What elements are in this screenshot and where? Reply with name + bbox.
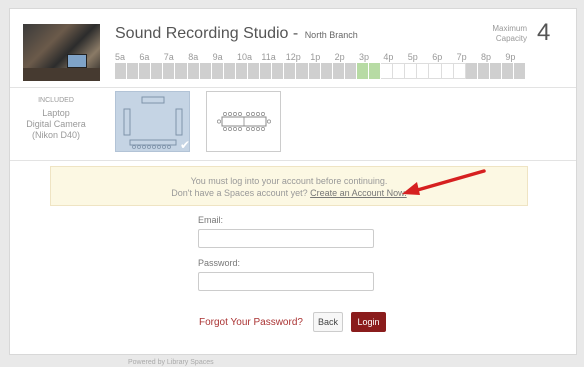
time-label: 2p <box>334 52 345 62</box>
time-slot[interactable] <box>308 63 321 79</box>
time-slot[interactable] <box>248 63 261 79</box>
time-slot[interactable] <box>260 63 273 79</box>
included-label: INCLUDED <box>38 97 74 104</box>
time-slot[interactable] <box>453 63 466 79</box>
time-label: 6a <box>139 52 150 62</box>
capacity-value: 4 <box>537 19 551 46</box>
time-label: 8a <box>188 52 199 62</box>
footer-text[interactable]: Powered by Library Spaces <box>128 359 214 366</box>
create-account-link[interactable]: Create an Account Now. <box>310 188 407 198</box>
checkmark-icon: ✔ <box>179 138 190 152</box>
time-slot[interactable] <box>115 63 128 79</box>
time-label: 11a <box>261 52 276 62</box>
booking-card: Sound Recording Studio - North Branch Ma… <box>9 8 577 355</box>
time-slot[interactable] <box>489 63 502 79</box>
layout-option-u-shape[interactable]: ✔ <box>115 91 190 152</box>
room-title-row: Sound Recording Studio - North Branch <box>115 25 358 43</box>
time-slot[interactable] <box>381 63 394 79</box>
time-slot[interactable] <box>344 63 357 79</box>
time-label: 5a <box>115 52 126 62</box>
time-label: 6p <box>432 52 443 62</box>
form-actions: Forgot Your Password? Back Login <box>199 312 386 332</box>
forgot-password-link[interactable]: Forgot Your Password? <box>199 317 303 328</box>
time-slot[interactable] <box>151 63 164 79</box>
layout-option-boardroom[interactable] <box>206 91 281 152</box>
time-slot[interactable] <box>211 63 224 79</box>
time-label: 3p <box>359 52 370 62</box>
time-slot[interactable] <box>429 63 442 79</box>
login-form: Email: Password: <box>198 215 374 291</box>
divider <box>10 160 576 161</box>
time-slot[interactable] <box>502 63 515 79</box>
time-slot[interactable] <box>223 63 236 79</box>
time-label: 9p <box>505 52 516 62</box>
time-label: 10a <box>237 52 253 62</box>
email-label: Email: <box>198 215 224 225</box>
time-slot[interactable] <box>368 63 382 79</box>
time-slot[interactable] <box>477 63 490 79</box>
time-label: 7a <box>163 52 174 62</box>
back-button[interactable]: Back <box>312 312 343 332</box>
time-label: 9a <box>212 52 223 62</box>
login-button[interactable]: Login <box>350 312 386 332</box>
included-equipment: INCLUDED Laptop Digital Camera (Nikon D4… <box>22 97 90 141</box>
time-slot[interactable] <box>284 63 297 79</box>
time-slot[interactable] <box>175 63 188 79</box>
time-slot[interactable] <box>139 63 152 79</box>
time-slot[interactable] <box>393 63 406 79</box>
time-label: 4p <box>383 52 394 62</box>
password-field[interactable] <box>198 272 374 291</box>
time-slot[interactable] <box>417 63 430 79</box>
time-slot[interactable] <box>163 63 176 79</box>
divider <box>10 87 576 88</box>
password-label: Password: <box>198 258 241 268</box>
time-label: 1p <box>310 52 321 62</box>
time-label: 8p <box>481 52 492 62</box>
time-slot[interactable] <box>405 63 418 79</box>
time-slot[interactable] <box>332 63 345 79</box>
email-field[interactable] <box>198 229 374 248</box>
room-branch: North Branch <box>304 30 358 40</box>
u-shape-layout-icon <box>123 96 183 149</box>
time-label: 12p <box>285 52 301 62</box>
time-slot[interactable] <box>356 63 369 79</box>
room-photo <box>23 24 100 81</box>
notice-prefix: Don't have a Spaces account yet? <box>171 188 308 198</box>
time-label: 5p <box>407 52 418 62</box>
monitor-shape <box>67 54 87 68</box>
capacity-label: Maximum Capacity <box>492 24 527 43</box>
desk-shape <box>23 68 100 81</box>
included-item: (Nikon D40) <box>31 130 80 140</box>
time-slot[interactable] <box>320 63 333 79</box>
included-item: Laptop <box>42 108 70 118</box>
red-arrow-icon <box>402 169 486 195</box>
room-title: Sound Recording Studio - <box>115 25 299 42</box>
included-items: Laptop Digital Camera (Nikon D40) <box>22 108 90 141</box>
time-slot[interactable] <box>296 63 309 79</box>
time-slot[interactable] <box>441 63 454 79</box>
time-slot[interactable] <box>465 63 478 79</box>
time-slot[interactable] <box>187 63 200 79</box>
included-item: Digital Camera <box>26 119 86 129</box>
time-slot-bar <box>115 63 527 79</box>
time-label: 7p <box>456 52 467 62</box>
time-slot[interactable] <box>127 63 140 79</box>
time-slot[interactable] <box>272 63 285 79</box>
time-slot[interactable] <box>514 63 527 79</box>
boardroom-layout-icon <box>217 112 271 131</box>
time-slot[interactable] <box>235 63 249 79</box>
time-slot[interactable] <box>199 63 212 79</box>
